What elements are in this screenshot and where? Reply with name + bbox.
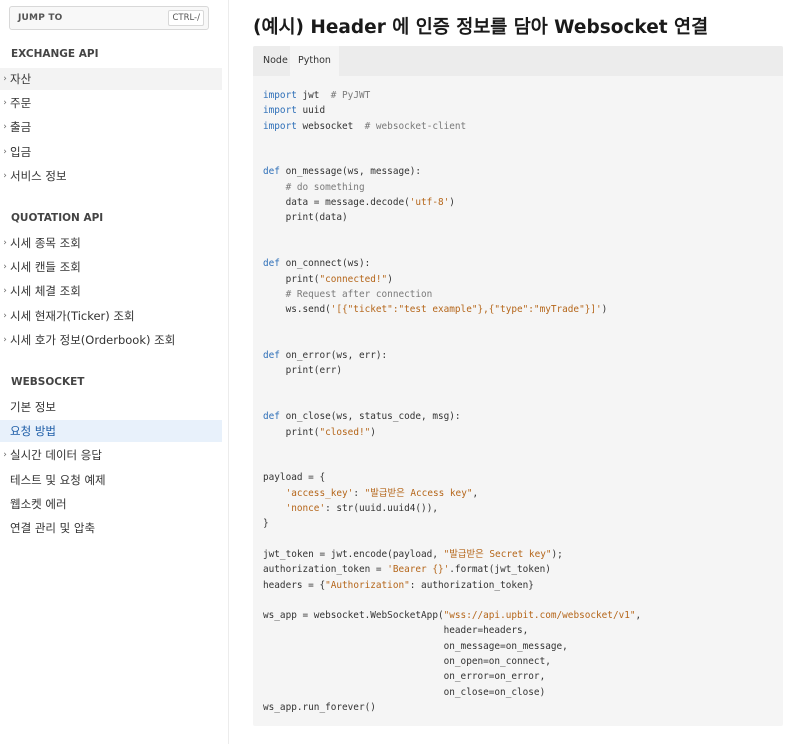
chevron-right-icon: › <box>3 146 7 157</box>
sidebar: JUMP TO CTRL-/ EXCHANGE API › 자산 › 주문 › 출금 › 입금 ›… <box>0 0 229 744</box>
code-tabs: Node Python <box>253 46 783 76</box>
code-line: ws_app = websocket.WebSocketApp("wss://a… <box>263 610 642 622</box>
code-line: } <box>263 518 269 530</box>
sidebar-item[interactable]: 테스트 및 요청 예제 <box>0 469 222 491</box>
chevron-right-icon: › <box>3 334 7 345</box>
code-line: print(data) <box>263 212 348 224</box>
code-line: import websocket # websocket-client <box>263 120 467 132</box>
section-title: WEBSOCKET <box>11 376 85 388</box>
code-line: data = message.decode('utf-8') <box>263 197 455 209</box>
sidebar-item-label: 자산 <box>10 72 32 86</box>
sidebar-item[interactable]: › 자산 <box>0 68 222 90</box>
chevron-right-icon: › <box>3 98 7 109</box>
code-line: payload = { <box>263 472 326 484</box>
sidebar-item-label: 실시간 데이터 응답 <box>10 448 102 463</box>
code-line: 'access_key': "발급받은 Access key", <box>285 487 479 499</box>
sidebar-item[interactable]: › 시세 호가 정보(Orderbook) 조회 <box>0 329 222 351</box>
sidebar-item-label: 테스트 및 요청 예제 <box>10 472 106 487</box>
code-line: import uuid <box>263 105 326 117</box>
sidebar-item[interactable]: 기본 정보 <box>0 396 222 418</box>
sidebar-item-label: 서비스 정보 <box>10 168 67 183</box>
sidebar-item[interactable]: › 주문 <box>0 92 222 114</box>
sidebar-item[interactable]: › 출금 <box>0 116 222 138</box>
jump-to-search[interactable]: JUMP TO CTRL-/ <box>9 6 209 30</box>
code-line: on_message=on_message, <box>263 640 568 652</box>
chevron-right-icon: › <box>3 170 7 181</box>
page-title: (예시) Header 에 인증 정보를 담아 Websocket 연결 <box>253 17 709 38</box>
sidebar-item[interactable]: › 시세 체결 조회 <box>0 280 222 302</box>
code-line: def on_close(ws, status_code, msg): <box>263 411 461 423</box>
chevron-right-icon: › <box>3 286 7 297</box>
sidebar-item-label: 주문 <box>10 96 32 111</box>
code-line: jwt_token = jwt.encode(payload, "발급받은 Se… <box>263 548 563 560</box>
tab-python[interactable]: Python <box>290 46 339 76</box>
sidebar-item-label: 기본 정보 <box>10 400 56 414</box>
sidebar-item[interactable]: › 입금 <box>0 141 222 163</box>
sidebar-item[interactable]: 요청 방법 <box>0 420 222 443</box>
sidebar-item[interactable]: › 시세 캔들 조회 <box>0 256 222 278</box>
chevron-right-icon: › <box>3 238 7 248</box>
code-block: Node Python import jwt # PyJWT import uui… <box>253 46 783 726</box>
sidebar-item[interactable]: › 실시간 데이터 응답 <box>0 444 222 466</box>
code-line: headers = {"Authorization": authorizatio… <box>263 579 534 591</box>
chevron-right-icon: › <box>3 262 7 273</box>
code-line: def on_connect(ws): <box>263 258 371 270</box>
sidebar-item-label: 웹소켓 에러 <box>10 496 67 511</box>
chevron-right-icon: › <box>3 122 7 133</box>
code-line: authorization_token = 'Bearer {}'.format… <box>263 564 551 576</box>
code-line: header=headers, <box>263 625 529 637</box>
sidebar-item-label: 연결 관리 및 압축 <box>10 521 96 535</box>
keyboard-shortcut-badge: CTRL-/ <box>168 10 204 26</box>
section-title: EXCHANGE API <box>11 48 99 60</box>
sidebar-item[interactable]: › 서비스 정보 <box>0 165 222 187</box>
sidebar-item-label: 시세 현재가(Ticker) 조회 <box>10 308 135 323</box>
sidebar-item[interactable]: 연결 관리 및 압축 <box>0 517 222 539</box>
code-line: import jwt # PyJWT <box>263 90 371 101</box>
sidebar-item[interactable]: 웹소켓 에러 <box>0 493 222 515</box>
code-line: on_error=on_error, <box>263 671 546 683</box>
code-line: print(err) <box>263 365 343 377</box>
sidebar-item-label: 시세 체결 조회 <box>10 284 81 299</box>
sidebar-item-label: 요청 방법 <box>10 424 56 439</box>
section-title: QUOTATION API <box>11 212 104 224</box>
code-line: # do something <box>285 181 365 193</box>
code-line: on_close=on_close) <box>263 686 546 698</box>
sidebar-item-label: 시세 캔들 조회 <box>10 260 81 275</box>
chevron-right-icon: › <box>3 450 7 461</box>
sidebar-item[interactable]: › 시세 현재가(Ticker) 조회 <box>0 305 222 327</box>
code-line: 'nonce': str(uuid.uuid4()), <box>285 503 438 515</box>
chevron-right-icon: › <box>3 310 7 321</box>
code-line: # Request after connection <box>285 288 433 300</box>
code-line: on_open=on_connect, <box>263 655 551 667</box>
sidebar-item[interactable]: › 시세 종목 조회 <box>0 232 222 254</box>
code-content: import jwt # PyJWT import uuid import webs… <box>263 88 641 715</box>
sidebar-item-label: 시세 호가 정보(Orderbook) 조회 <box>10 332 176 347</box>
code-line: print("connected!") <box>263 273 393 285</box>
main-content: (예시) Header 에 인증 정보를 담아 Websocket 연결 Nod… <box>229 0 800 744</box>
code-line: def on_message(ws, message): <box>263 166 422 178</box>
jump-to-label: JUMP TO <box>18 13 63 23</box>
sidebar-item-label: 출금 <box>10 120 32 135</box>
chevron-right-icon: › <box>3 74 7 84</box>
code-line: ws.send('[{"ticket":"test example"},{"ty… <box>263 304 608 316</box>
sidebar-item-label: 시세 종목 조회 <box>10 236 81 250</box>
code-line: def on_error(ws, err): <box>263 350 388 362</box>
code-line: print("closed!") <box>263 426 376 438</box>
sidebar-item-label: 입금 <box>10 144 32 159</box>
code-line: ws_app.run_forever() <box>263 701 376 713</box>
